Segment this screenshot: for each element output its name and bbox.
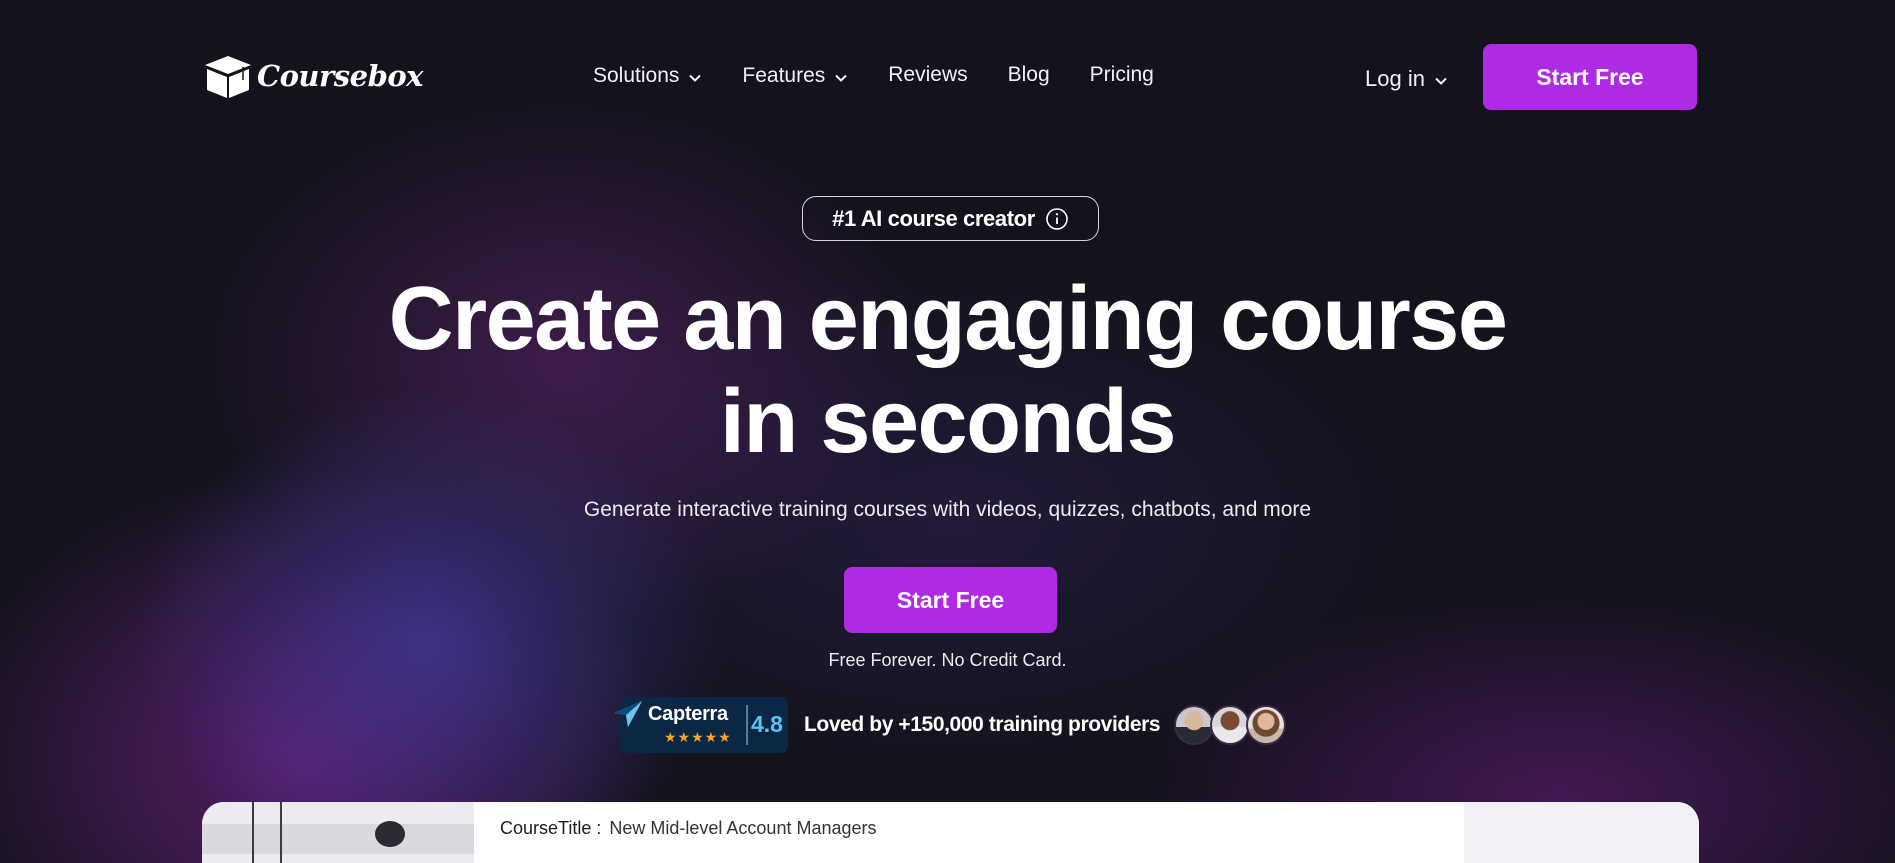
capterra-name: Capterra — [648, 703, 728, 725]
capterra-score: 4.8 — [751, 711, 783, 737]
preview-video-thumbnail — [202, 802, 474, 863]
chevron-down-icon — [1435, 77, 1447, 85]
rating-stars-icon: ★★★★★ — [664, 729, 732, 745]
nav-item-label: Solutions — [593, 64, 680, 87]
ai-course-creator-badge: #1 AI course creator — [802, 196, 1099, 241]
capterra-divider — [746, 705, 748, 745]
nav-item-label: Features — [742, 64, 826, 87]
login-label: Log in — [1365, 66, 1425, 91]
preview-course-title: CourseTitle : New Mid-level Account Mana… — [500, 818, 877, 839]
hero-fine-print: Free Forever. No Credit Card. — [828, 650, 1067, 670]
preview-divider — [252, 802, 254, 863]
avatar — [1210, 705, 1251, 745]
chevron-down-icon — [689, 74, 702, 82]
social-proof: Capterra ★★★★★ 4.8 Loved by +150,000 tra… — [614, 697, 1287, 753]
preview-record-dot — [375, 821, 405, 847]
brand-name: Coursebox — [257, 59, 423, 93]
nav-item-label: Pricing — [1089, 62, 1154, 86]
nav-item-blog[interactable]: Blog — [1008, 63, 1050, 87]
landing-page: Coursebox Solutions Features Reviews Blo… — [0, 0, 1895, 863]
nav-item-pricing[interactable]: Pricing — [1090, 63, 1154, 87]
chevron-down-icon — [835, 74, 847, 82]
avatar — [1246, 705, 1287, 745]
loved-by-text: Loved by +150,000 training providers — [804, 713, 1161, 736]
nav-item-label: Reviews — [888, 62, 968, 86]
graduation-cap-box-icon — [205, 56, 251, 98]
nav-item-reviews[interactable]: Reviews — [888, 63, 967, 87]
badge-label: #1 AI course creator — [832, 205, 1035, 231]
capterra-arrow-icon — [614, 701, 642, 727]
info-icon[interactable] — [1045, 207, 1069, 231]
hero-headline-line1: Create an engaging course — [388, 269, 1508, 369]
nav-item-solutions[interactable]: Solutions — [593, 64, 702, 88]
preview-strip — [202, 824, 474, 854]
hero-start-free-button[interactable]: Start Free — [844, 567, 1057, 633]
header-start-free-button[interactable]: Start Free — [1483, 44, 1697, 110]
product-preview: CourseTitle : New Mid-level Account Mana… — [202, 802, 1699, 863]
capterra-rating-badge[interactable]: Capterra ★★★★★ 4.8 — [614, 697, 788, 753]
login-menu[interactable]: Log in — [1365, 66, 1448, 92]
brand-logo[interactable]: Coursebox — [203, 52, 423, 100]
main-nav: Solutions Features Reviews Blog Pricing — [593, 63, 1194, 88]
customer-avatars — [1174, 705, 1287, 745]
avatar — [1174, 705, 1215, 745]
preview-side-panel — [1464, 802, 1699, 863]
preview-divider — [280, 802, 282, 863]
course-title-label: CourseTitle : — [500, 818, 602, 838]
nav-item-features[interactable]: Features — [742, 64, 848, 88]
hero-subheadline: Generate interactive training courses wi… — [583, 498, 1312, 521]
hero-headline-line2: in seconds — [719, 372, 1177, 472]
course-title-value: New Mid-level Account Managers — [609, 818, 877, 838]
nav-item-label: Blog — [1007, 62, 1050, 86]
